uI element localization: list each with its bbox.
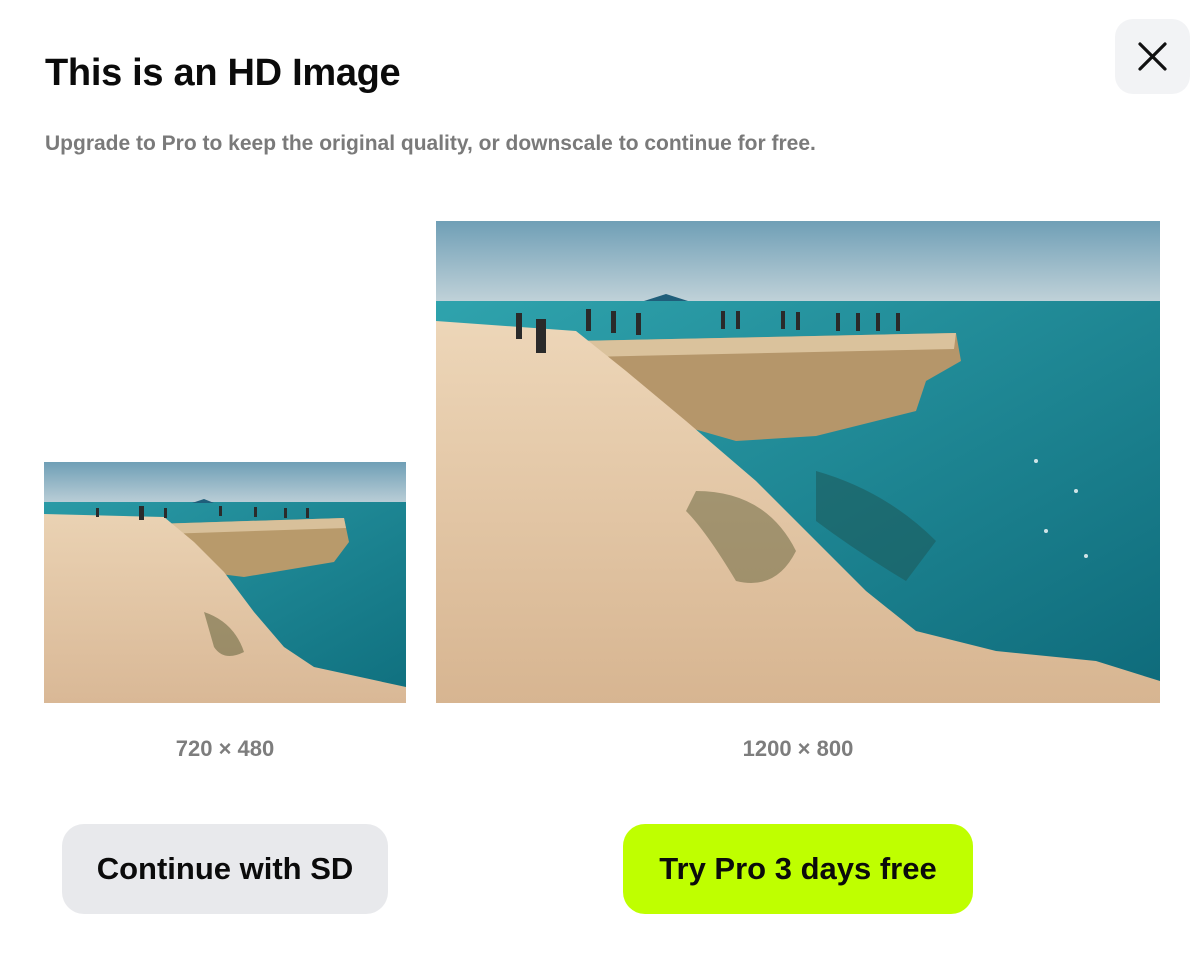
close-button[interactable] [1115, 19, 1190, 94]
sd-preview-image [44, 462, 406, 703]
try-pro-button[interactable]: Try Pro 3 days free [623, 824, 973, 914]
dialog-subtitle: Upgrade to Pro to keep the original qual… [45, 132, 816, 155]
hd-preview-image [436, 221, 1160, 703]
dialog-title: This is an HD Image [45, 52, 401, 94]
upgrade-dialog: This is an HD Image Upgrade to Pro to ke… [0, 0, 1200, 959]
close-icon [1138, 42, 1167, 71]
sd-dimensions-label: 720 × 480 [175, 736, 275, 761]
hd-dimensions-label: 1200 × 800 [742, 736, 854, 761]
continue-with-sd-button[interactable]: Continue with SD [62, 824, 388, 914]
